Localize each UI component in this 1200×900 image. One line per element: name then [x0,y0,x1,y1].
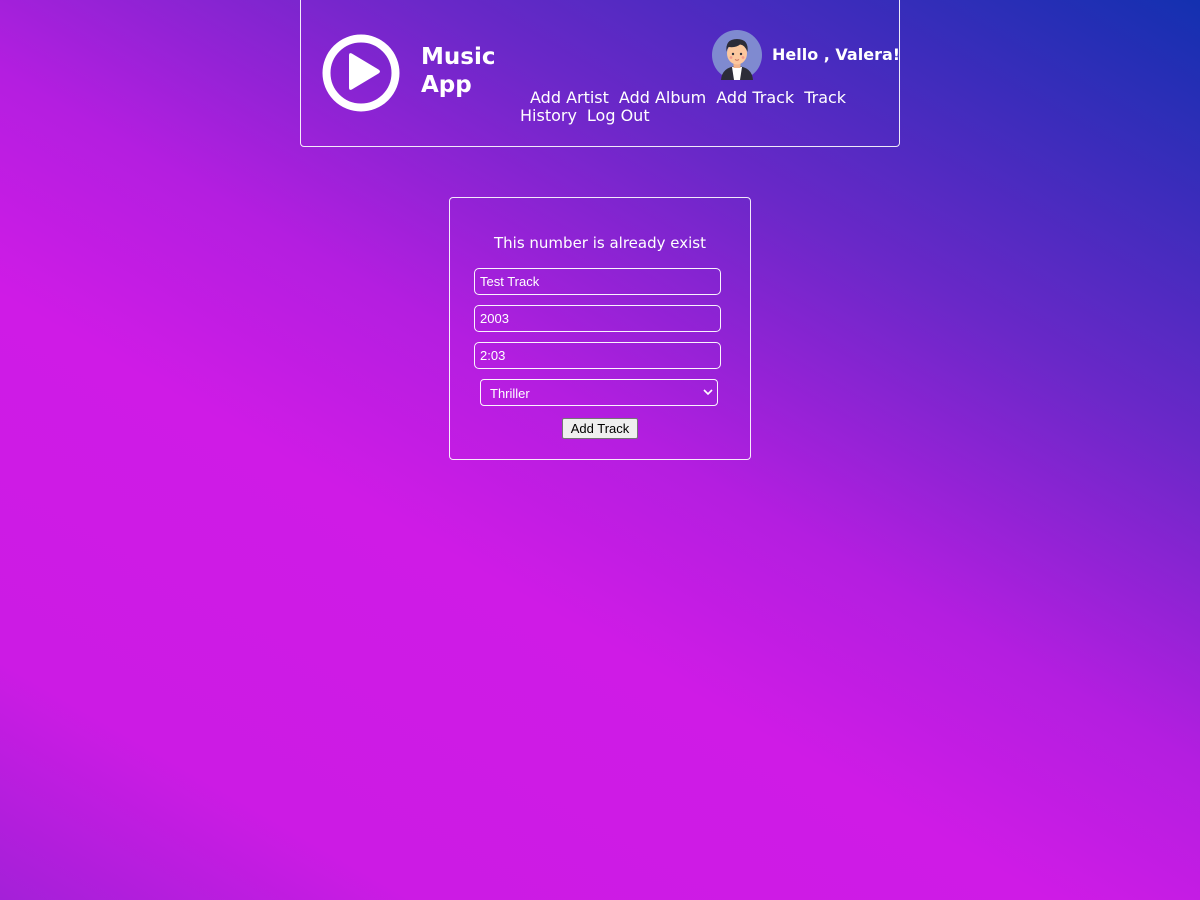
nav-track-history-continued[interactable]: History [520,107,577,125]
add-track-button[interactable]: Add Track [562,418,638,439]
main-nav: Add Artist Add Album Add Track Track History… [520,89,850,125]
app-header: Music App Hello , Valera! Add Artist Add … [300,0,900,147]
nav-log-out[interactable]: Log Out [587,107,650,125]
user-avatar-icon [712,30,762,80]
track-title-input[interactable] [474,268,721,295]
error-message: This number is already exist [494,234,706,252]
track-number-input[interactable] [474,305,721,332]
app-title: Music App [421,44,496,98]
nav-add-album[interactable]: Add Album [619,89,706,107]
add-track-form: This number is already exist Thriller Ad… [449,197,751,460]
nav-add-track[interactable]: Add Track [716,89,794,107]
album-select-value: Thriller [490,386,530,401]
album-select[interactable]: Thriller [480,379,718,406]
track-duration-input[interactable] [474,342,721,369]
play-circle-icon[interactable] [322,34,400,112]
greeting-text: Hello , Valera! [772,45,901,64]
chevron-down-icon [703,389,713,396]
nav-track-history[interactable]: Track [804,89,846,107]
nav-add-artist[interactable]: Add Artist [530,89,609,107]
nav-track-history-label: Track [804,88,847,107]
